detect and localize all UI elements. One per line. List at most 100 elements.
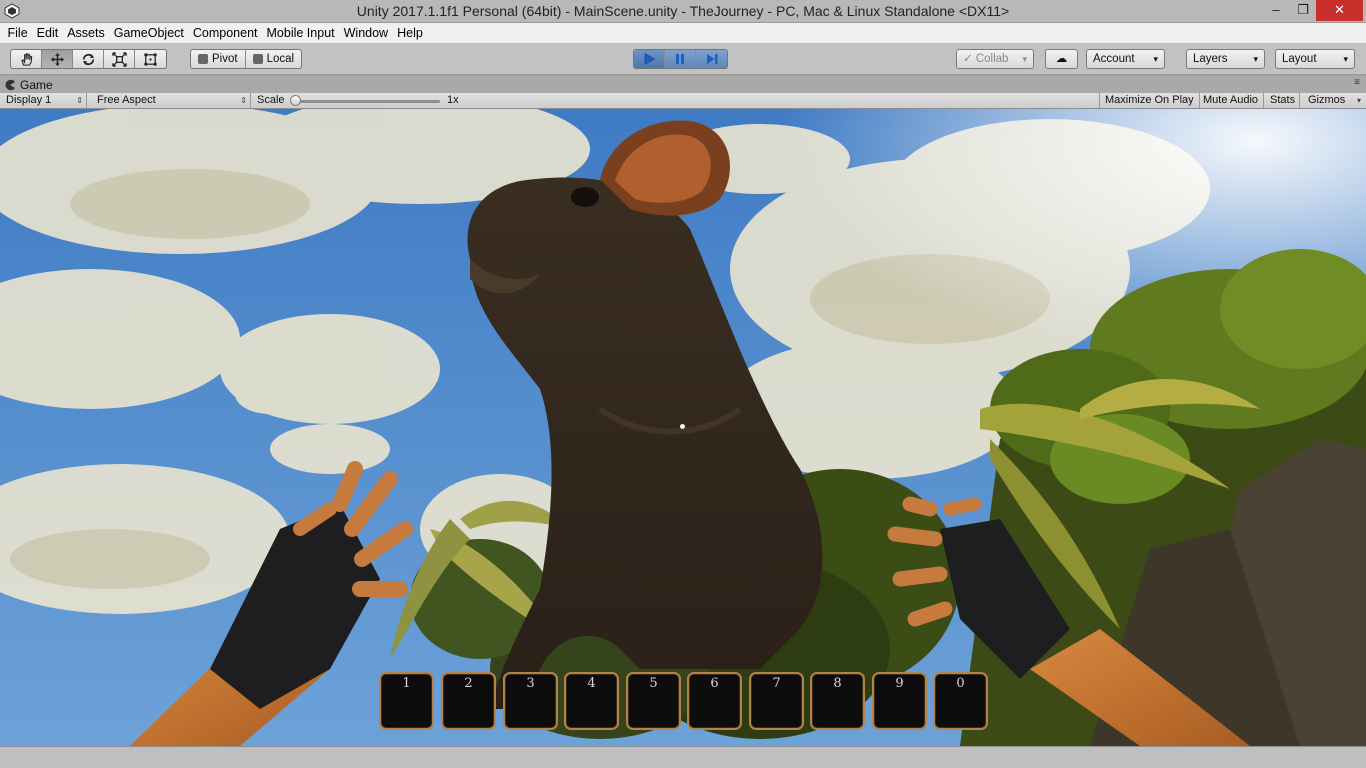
playback-controls [633, 49, 728, 69]
collab-button[interactable]: ✓ Collab ▾ [956, 49, 1034, 69]
stats-toggle[interactable]: Stats [1266, 93, 1301, 108]
layers-dropdown[interactable]: Layers ▾ [1186, 49, 1265, 69]
slot-number: 9 [895, 676, 904, 691]
slot-number: 1 [402, 676, 411, 691]
menu-window[interactable]: Window [339, 23, 392, 43]
window-title: Unity 2017.1.1f1 Personal (64bit) - Main… [356, 3, 1010, 19]
layout-label: Layout [1282, 53, 1317, 65]
rotate-icon [82, 53, 94, 65]
updown-arrow-icon: ⇕ [76, 96, 83, 105]
slot-number: 5 [649, 676, 658, 691]
menu-bar: File Edit Assets GameObject Component Mo… [0, 23, 1366, 43]
crosshair-dot [680, 424, 685, 429]
slot-number: 4 [587, 676, 596, 691]
tab-game[interactable]: Game [4, 77, 94, 93]
updown-arrow-icon: ⇕ [240, 96, 247, 105]
slot-number: 0 [956, 676, 965, 691]
hotbar-slot-0[interactable]: 0 [933, 672, 988, 730]
pivot-label: Pivot [212, 53, 238, 65]
close-button[interactable]: ✕ [1316, 0, 1363, 21]
local-label: Local [266, 53, 295, 65]
maximize-button[interactable]: ❐ [1290, 0, 1316, 21]
move-arrows-icon [50, 52, 64, 66]
collab-dropdown-arrow-icon: ▾ [1022, 54, 1027, 64]
account-dropdown[interactable]: Account ▾ [1086, 49, 1165, 69]
window-title-bar: Unity 2017.1.1f1 Personal (64bit) - Main… [0, 0, 1366, 23]
layers-label: Layers [1193, 53, 1228, 65]
scale-tool-button[interactable] [104, 50, 135, 68]
game-tab-label: Game [20, 77, 53, 92]
game-viewport[interactable]: 1 2 3 4 5 6 7 8 9 0 [0, 109, 1366, 746]
slot-number: 6 [710, 676, 719, 691]
local-button[interactable]: Local [246, 50, 301, 68]
move-tool-button[interactable] [42, 50, 73, 68]
step-forward-icon [706, 54, 717, 64]
menu-component[interactable]: Component [188, 23, 262, 43]
play-button[interactable] [634, 50, 665, 68]
hotbar-slot-7[interactable]: 7 [749, 672, 804, 730]
hand-tool-button[interactable] [11, 50, 42, 68]
layout-dropdown[interactable]: Layout ▾ [1275, 49, 1355, 69]
pause-button[interactable] [665, 50, 696, 68]
minimize-button[interactable]: – [1263, 0, 1289, 21]
gizmos-label: Gizmos [1308, 94, 1346, 106]
local-cube-icon [252, 54, 263, 64]
panel-menu-icon[interactable]: ≡ [1354, 77, 1360, 88]
aspect-select[interactable]: Free Aspect ⇕ [91, 93, 251, 108]
menu-assets[interactable]: Assets [63, 23, 110, 43]
scale-icon [111, 51, 127, 67]
mute-audio-toggle[interactable]: Mute Audio [1198, 93, 1265, 108]
collab-check-icon: ✓ [963, 53, 976, 65]
gizmos-dropdown-arrow-icon: ▾ [1356, 96, 1361, 105]
collab-label: Collab [975, 53, 1009, 65]
cloud-icon: ☁ [1055, 53, 1068, 65]
game-view-toolbar: Display 1 ⇕ Free Aspect ⇕ Scale 1x Maximiz… [0, 93, 1366, 109]
rect-tool-button[interactable] [135, 50, 166, 68]
menu-mobile-input[interactable]: Mobile Input [262, 23, 339, 43]
hotbar-slot-8[interactable]: 8 [810, 672, 865, 730]
account-label: Account [1093, 53, 1135, 65]
menu-gameobject[interactable]: GameObject [109, 23, 188, 43]
main-toolbar: Pivot Local ✓ Collab ▾ ☁ Account ▾ Layers ▾… [0, 43, 1366, 75]
rect-transform-icon [144, 52, 157, 66]
slot-number: 7 [772, 676, 781, 691]
hotbar-slot-9[interactable]: 9 [872, 672, 927, 730]
slot-number: 2 [464, 676, 473, 691]
gizmos-dropdown[interactable]: Gizmos ▾ [1303, 93, 1363, 108]
hotbar-slot-3[interactable]: 3 [503, 672, 558, 730]
slot-number: 8 [833, 676, 842, 691]
pivot-toggle-group: Pivot Local [190, 49, 303, 69]
scale-label: Scale [257, 94, 285, 106]
hotbar-slot-2[interactable]: 2 [441, 672, 496, 730]
menu-help[interactable]: Help [393, 23, 428, 43]
scale-slider-track[interactable] [292, 100, 440, 103]
pause-icon [676, 54, 684, 64]
layout-dropdown-arrow-icon: ▾ [1343, 54, 1348, 64]
hotbar-slot-1[interactable]: 1 [379, 672, 434, 730]
pivot-icon [198, 54, 208, 64]
pacman-game-icon [5, 79, 15, 91]
display-select[interactable]: Display 1 ⇕ [0, 93, 87, 108]
hand-icon [20, 52, 32, 66]
maximize-on-play-toggle[interactable]: Maximize On Play [1099, 93, 1200, 108]
hotbar-slot-6[interactable]: 6 [687, 672, 742, 730]
scale-value: 1x [447, 94, 459, 106]
step-button[interactable] [696, 50, 727, 68]
play-icon [644, 52, 656, 66]
menu-edit[interactable]: Edit [32, 23, 63, 43]
bottom-panel-strip [0, 746, 1366, 768]
slot-number: 3 [526, 676, 535, 691]
account-dropdown-arrow-icon: ▾ [1153, 54, 1158, 64]
hotbar-slot-4[interactable]: 4 [564, 672, 619, 730]
rotate-tool-button[interactable] [73, 50, 104, 68]
display-label: Display 1 [6, 94, 52, 106]
pivot-button[interactable]: Pivot [191, 50, 246, 68]
transform-tools [10, 49, 167, 69]
panel-tab-row: Game ≡ [0, 76, 1366, 93]
aspect-label: Free Aspect [97, 94, 156, 106]
scale-slider-thumb[interactable] [290, 95, 301, 106]
cloud-button[interactable]: ☁ [1045, 49, 1078, 69]
layers-dropdown-arrow-icon: ▾ [1253, 54, 1258, 64]
menu-file[interactable]: File [3, 23, 32, 43]
hotbar-slot-5[interactable]: 5 [626, 672, 681, 730]
